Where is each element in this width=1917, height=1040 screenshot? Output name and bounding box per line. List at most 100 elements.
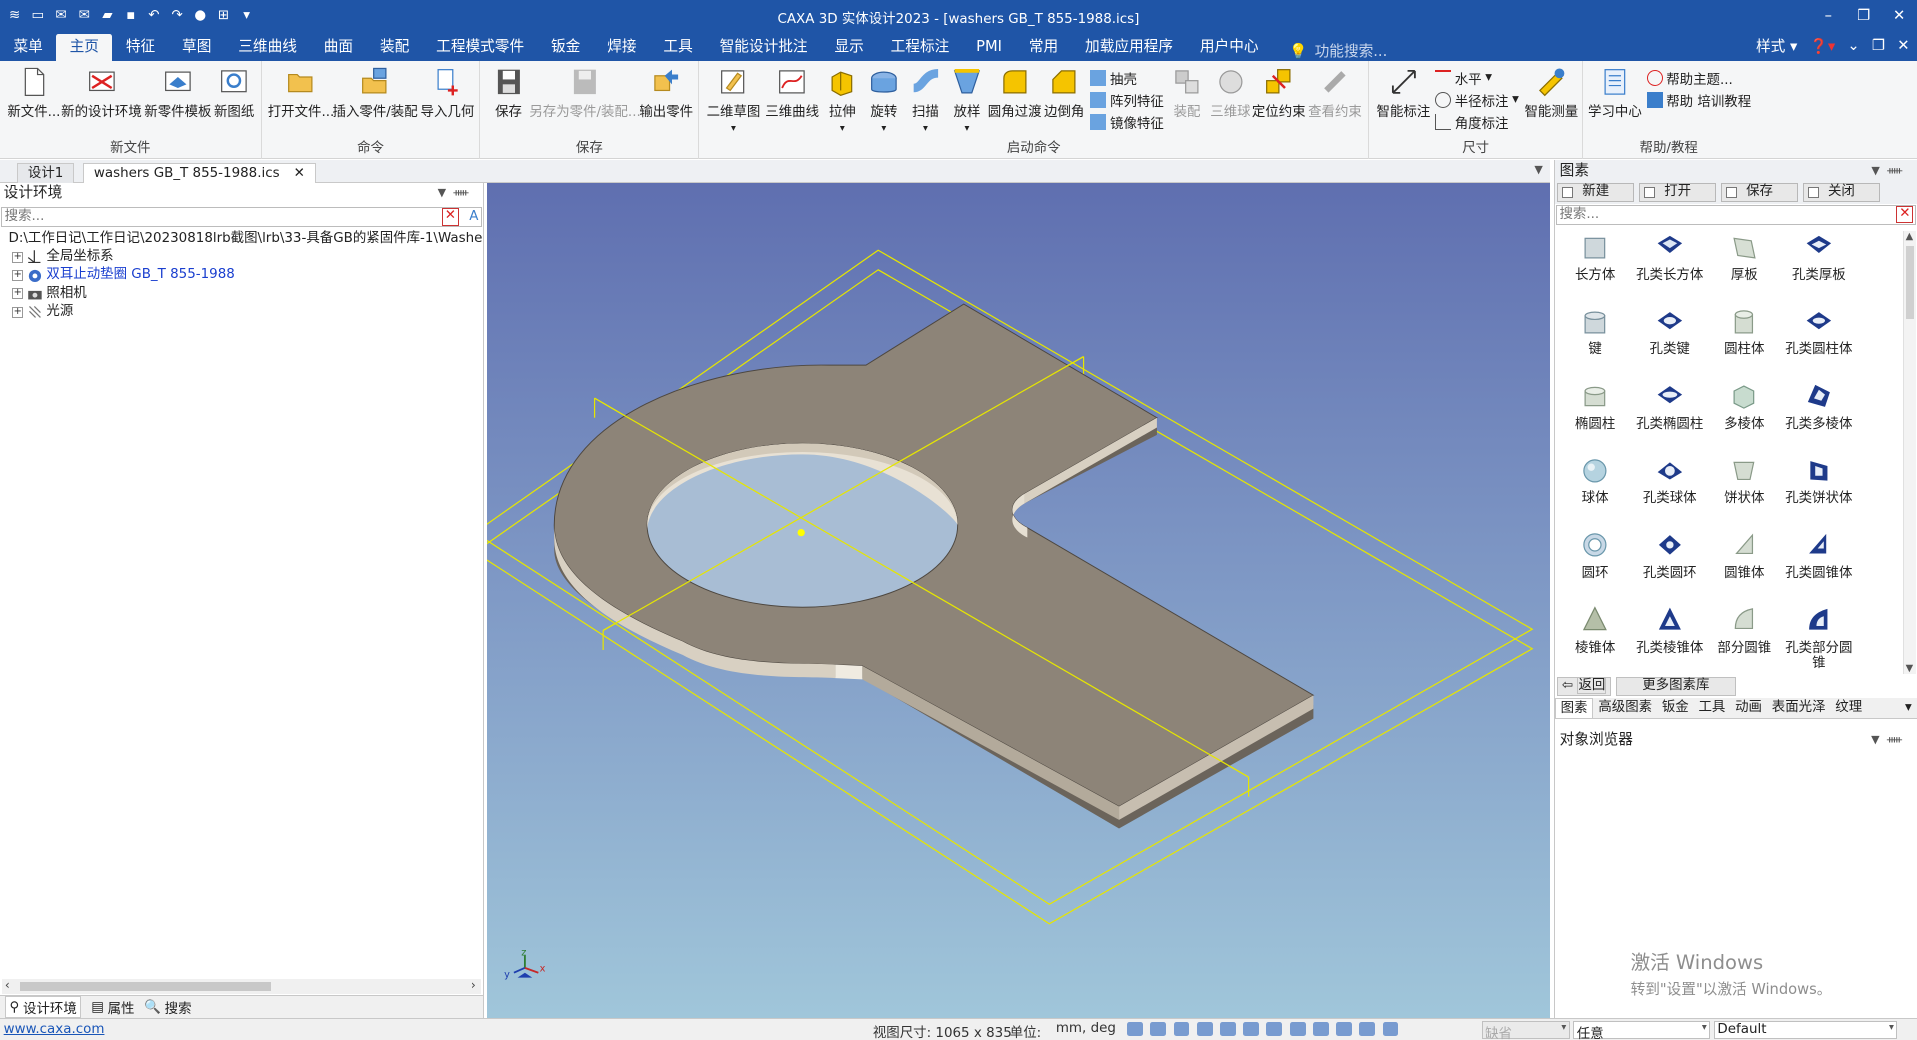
library-new-button[interactable]: 新建 (1557, 183, 1635, 202)
library-item[interactable]: 孔类饼状体 (1781, 455, 1857, 508)
box-icon[interactable] (1289, 1021, 1306, 1037)
doc-tab-washers[interactable]: washers GB_T 855-1988.ics ✕ (83, 162, 316, 184)
design-env-search[interactable]: 搜索... ✕ A (1, 206, 482, 228)
scroll-down-icon[interactable]: ▼ (1906, 663, 1914, 674)
library-item[interactable]: 厚板 (1706, 231, 1782, 284)
render-icon[interactable] (1266, 1021, 1283, 1037)
menu-tab-14[interactable]: PMI (963, 34, 1016, 61)
chamfer-button[interactable]: 边倒角 (1044, 66, 1084, 120)
menu-tab-16[interactable]: 加载应用程序 (1072, 34, 1187, 61)
search-option-icon[interactable]: A (469, 208, 478, 226)
clear-library-search-icon[interactable]: ✕ (1896, 206, 1914, 224)
fillet-button[interactable]: 圆角过渡 (988, 66, 1042, 120)
smart-dimension-button[interactable]: 智能标注 (1377, 66, 1430, 120)
doc-restore-icon[interactable]: ❐ (1872, 37, 1885, 54)
menu-tab-15[interactable]: 常用 (1015, 34, 1071, 61)
panel-dropdown-icon[interactable]: ▼ (1871, 733, 1887, 746)
expand-icon[interactable]: + (12, 306, 24, 318)
tab-search[interactable]: 🔍 搜索 (144, 997, 191, 1018)
smart-measure-button[interactable]: 智能测量 (1524, 66, 1578, 120)
library-item[interactable]: 孔类厚板 (1781, 231, 1857, 284)
new-file-button[interactable]: 新文件... (7, 66, 60, 120)
tab-design-env[interactable]: ⚲ 设计环境 (4, 996, 82, 1019)
panel-dropdown-icon[interactable]: ▼ (1871, 164, 1887, 177)
doc-tabs-dropdown-icon[interactable]: ▼ (1534, 163, 1542, 176)
menu-tab-2[interactable]: 特征 (112, 34, 168, 61)
menu-tab-6[interactable]: 装配 (367, 34, 423, 61)
new-design-env-button[interactable]: 新的设计环境 (61, 66, 142, 120)
feature-search[interactable]: 💡 功能搜索... (1289, 40, 1387, 61)
library-item[interactable]: 孔类球体 (1632, 455, 1708, 508)
tree-item-washer[interactable]: + 双耳止动垫圈 GB_T 855-1988 (5, 266, 483, 284)
restore-button[interactable]: ❐ (1846, 0, 1881, 32)
extrude-button[interactable]: 拉伸 ▾ (826, 66, 858, 135)
panel-pin-icon[interactable]: ᚔ (1887, 733, 1909, 746)
library-item[interactable]: 圆柱体 (1706, 306, 1782, 359)
export-part-button[interactable]: 输出零件 (639, 66, 693, 120)
menu-tab-7[interactable]: 工程模式零件 (423, 34, 538, 61)
library-item[interactable]: 孔类部分圆锥 (1781, 604, 1857, 672)
menu-tab-8[interactable]: 钣金 (538, 34, 594, 61)
menu-tab-5[interactable]: 曲面 (310, 34, 366, 61)
mail-icon[interactable]: ✉ (74, 6, 94, 26)
zoom-window-icon[interactable] (1150, 1021, 1167, 1037)
library-item[interactable]: 椭圆柱 (1557, 380, 1633, 433)
library-tab-3[interactable]: 工具 (1694, 698, 1731, 718)
radius-dim-button[interactable]: 半径标注 ▾ (1435, 89, 1519, 110)
more-libraries-button[interactable]: 更多图素库 (1615, 677, 1736, 696)
style-select[interactable]: Default ▾ (1713, 1020, 1898, 1039)
library-tabs-more-icon[interactable]: ▾ (1900, 698, 1917, 718)
pointer-icon[interactable] (1359, 1021, 1376, 1037)
library-tab-1[interactable]: 高级图素 (1593, 698, 1657, 718)
tree-item-global-coord[interactable]: + 全局坐标系 (5, 248, 483, 266)
library-tab-0[interactable]: 图素 (1554, 698, 1594, 718)
menu-tab-4[interactable]: 三维曲线 (225, 34, 311, 61)
caxa-website-link[interactable]: www.caxa.com (4, 1022, 105, 1037)
qat-dropdown-icon[interactable]: ▾ (237, 6, 257, 26)
library-item[interactable]: 孔类椭圆柱 (1632, 380, 1708, 433)
help-icon[interactable]: ❓▾ (1810, 37, 1836, 55)
stop-icon[interactable]: ● (191, 6, 211, 26)
doc-tab-design1[interactable]: 设计1 (17, 162, 75, 184)
menu-tab-10[interactable]: 工具 (650, 34, 706, 61)
library-tab-5[interactable]: 表面光泽 (1767, 698, 1831, 718)
triball-button[interactable]: 三维球 (1210, 66, 1251, 120)
expand-icon[interactable]: + (12, 251, 24, 263)
expand-icon[interactable]: + (12, 270, 24, 282)
menu-tab-0[interactable]: 菜单 (0, 34, 56, 61)
pan-icon[interactable] (1336, 1021, 1352, 1037)
pattern-button[interactable]: 阵列特征 (1090, 89, 1164, 110)
library-item[interactable]: 圆环 (1557, 529, 1633, 582)
new-file-icon[interactable]: ▭ (28, 6, 48, 26)
library-open-button[interactable]: 打开 (1639, 183, 1717, 202)
panel-dropdown-icon[interactable]: ▼ (438, 186, 454, 199)
panel-pin-icon[interactable]: ᚔ (453, 186, 475, 199)
library-item[interactable]: 球体 (1557, 455, 1633, 508)
panel-pin-icon[interactable]: ᚔ (1887, 164, 1909, 177)
undo-icon[interactable]: ↶ (144, 6, 164, 26)
insert-part-button[interactable]: 插入零件/装配 (333, 66, 418, 120)
open-file-button[interactable]: 打开文件... (268, 66, 334, 120)
shade-icon[interactable] (1220, 1021, 1236, 1037)
3d-viewport[interactable]: z y x (486, 183, 1551, 1019)
menu-tab-1[interactable]: 主页 (56, 34, 113, 62)
menu-tab-3[interactable]: 草图 (169, 34, 225, 61)
filter-select-disabled[interactable]: 缺省 ▾ (1481, 1020, 1570, 1040)
shell-button[interactable]: 抽壳 (1090, 67, 1137, 88)
redo-icon[interactable]: ↷ (167, 6, 187, 26)
library-item[interactable]: 孔类圆柱体 (1781, 306, 1857, 359)
view-orient-icon[interactable] (1173, 1021, 1190, 1037)
style-menu[interactable]: 样式 ▾ (1756, 35, 1797, 56)
sketch-2d-button[interactable]: 二维草图 ▾ (707, 66, 760, 135)
washer-part[interactable] (553, 303, 1314, 829)
library-item[interactable]: 孔类键 (1632, 306, 1708, 359)
library-item[interactable]: 孔类棱锥体 (1632, 604, 1708, 657)
save-button[interactable]: 保存 (493, 66, 525, 120)
scroll-up-icon[interactable]: ▲ (1906, 231, 1914, 242)
tree-item-camera[interactable]: + 照相机 (5, 285, 483, 303)
select-icon[interactable] (1382, 1021, 1399, 1037)
tree-root[interactable]: D:\工作日记\工作日记\20230818lrb截图\lrb\33-具备GB的紧… (5, 230, 484, 248)
library-item[interactable]: 部分圆锥 (1706, 604, 1782, 657)
library-save-button[interactable]: 保存 (1721, 183, 1799, 202)
position-constraint-button[interactable]: 定位约束 (1252, 66, 1306, 120)
